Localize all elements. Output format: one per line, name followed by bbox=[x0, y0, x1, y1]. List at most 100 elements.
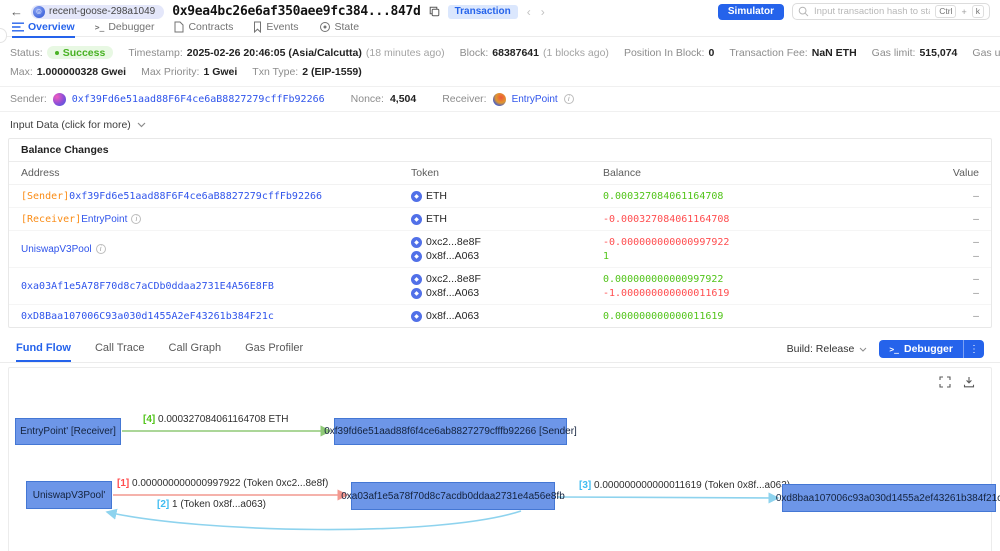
token-line: ◆0x8f...A063 bbox=[411, 286, 603, 300]
analysis-tab-gas-profiler[interactable]: Gas Profiler bbox=[245, 342, 303, 362]
address-link[interactable]: EntryPoint bbox=[81, 214, 127, 225]
flow-edge-label-4: [4] 0.000327084061164708 ETH bbox=[143, 414, 289, 425]
menu-icon bbox=[12, 22, 24, 32]
input-data-toggle[interactable]: Input Data (click for more) bbox=[0, 112, 1000, 138]
chevron-left-icon[interactable]: ‹ bbox=[526, 6, 532, 18]
simulator-button[interactable]: Simulator bbox=[718, 4, 784, 20]
analysis-tab-call-trace[interactable]: Call Trace bbox=[95, 342, 145, 362]
meta-label: Max: bbox=[10, 66, 33, 78]
nav-tab-contracts[interactable]: Contracts bbox=[174, 21, 233, 38]
debugger-more-icon[interactable]: ⋮ bbox=[964, 340, 984, 358]
balance-amount: 0.000327084061164708 bbox=[603, 191, 723, 202]
value-line: – bbox=[933, 309, 979, 323]
info-icon[interactable]: i bbox=[131, 214, 141, 224]
build-selector[interactable]: Build: Release bbox=[787, 343, 868, 355]
edge-amount: 0.000000000000997922 (Token 0xc2...8e8f) bbox=[129, 478, 328, 489]
sender-address-link[interactable]: 0xf39Fd6e51aad88F6F4ce6aB8827279cffFb922… bbox=[72, 94, 325, 105]
flow-node-pool[interactable]: UniswapV3Pool' bbox=[26, 481, 112, 509]
sender-avatar-icon bbox=[53, 93, 66, 106]
meta-value: 2 (EIP-1559) bbox=[302, 66, 362, 78]
input-data-label: Input Data (click for more) bbox=[10, 119, 131, 131]
meta-position-in-block: Position In Block:0 bbox=[624, 46, 714, 59]
token-icon: ◆ bbox=[411, 311, 422, 322]
balance-value-cell: –– bbox=[933, 272, 979, 300]
token-symbol: 0xc2...8e8F bbox=[426, 273, 481, 285]
column-balance: Balance bbox=[603, 167, 933, 179]
receiver-label: Receiver: bbox=[442, 93, 486, 105]
flow-node-dest[interactable]: 0xd8baa107006c93a030d1455a2ef43261b384f2… bbox=[782, 484, 996, 512]
value-line: – bbox=[933, 286, 979, 300]
nonce-label: Nonce: bbox=[351, 93, 384, 105]
balance-address-cell: [Sender]0xf39Fd6e51aad88F6F4ce6aB8827279… bbox=[21, 189, 411, 203]
flow-edge-2 bbox=[107, 511, 521, 530]
flow-node-receiver[interactable]: EntryPoint' [Receiver] bbox=[15, 418, 121, 445]
token-symbol: ETH bbox=[426, 190, 447, 202]
balance-value-cell: – bbox=[933, 212, 979, 226]
debugger-button[interactable]: >_ Debugger ⋮ bbox=[879, 340, 984, 358]
copy-icon[interactable] bbox=[429, 6, 440, 17]
session-badge[interactable]: ☺ recent-goose-298a1049 bbox=[31, 5, 164, 19]
search-box[interactable]: Ctrl + k bbox=[792, 3, 990, 20]
nav-tab-overview[interactable]: Overview bbox=[12, 21, 75, 38]
token-line: ◆0xc2...8e8F bbox=[411, 235, 603, 249]
receiver-avatar-icon bbox=[493, 93, 506, 106]
nav-tab-state[interactable]: State bbox=[319, 21, 360, 38]
balance-line: 1 bbox=[603, 249, 933, 263]
balance-amount: 1 bbox=[603, 251, 609, 262]
value-line: – bbox=[933, 212, 979, 226]
meta-label: Timestamp: bbox=[128, 47, 182, 59]
analysis-tab-call-graph[interactable]: Call Graph bbox=[169, 342, 222, 362]
analysis-tab-bar: Fund Flow Call Trace Call Graph Gas Profile… bbox=[0, 337, 1000, 363]
nav-tab-label: Overview bbox=[28, 21, 75, 33]
receiver-info-icon[interactable]: i bbox=[564, 94, 574, 104]
token-icon: ◆ bbox=[411, 274, 422, 285]
meta-note: (1 blocks ago) bbox=[543, 47, 609, 59]
nav-tab-label: Events bbox=[266, 21, 298, 33]
meta-timestamp: Timestamp:2025-02-26 20:46:05 (Asia/Calc… bbox=[128, 46, 444, 59]
balance-token-cell: ◆0xc2...8e8F◆0x8f...A063 bbox=[411, 235, 603, 263]
balance-changes-title: Balance Changes bbox=[9, 139, 991, 162]
balance-token-cell: ◆ 0xc2...8e8F◆0x8f...A063 bbox=[411, 272, 603, 300]
edge-sequence: [3] bbox=[579, 480, 591, 491]
address-link[interactable]: UniswapV3Pool bbox=[21, 244, 92, 255]
target-icon bbox=[319, 21, 331, 33]
top-bar: ← ☺ recent-goose-298a1049 0x9ea4bc26e6af… bbox=[0, 0, 1000, 20]
bookmark-icon bbox=[253, 21, 262, 33]
balance-address-cell: [Receiver]EntryPointi bbox=[21, 212, 411, 226]
flow-node-mid[interactable]: 0xa03af1e5a78f70d8c7acdb0ddaa2731e4a56e8… bbox=[351, 482, 555, 510]
chevron-down-icon bbox=[859, 347, 867, 352]
nav-tab-debugger[interactable]: >_Debugger bbox=[95, 21, 155, 38]
token-symbol: 0x8f...A063 bbox=[426, 250, 479, 262]
build-label: Build: Release bbox=[787, 343, 855, 355]
nav-tab-events[interactable]: Events bbox=[253, 21, 298, 38]
chevron-right-icon[interactable]: › bbox=[540, 6, 546, 18]
meta-label: Gas limit: bbox=[872, 47, 916, 59]
balance-amount-cell: -0.000327084061164708 bbox=[603, 212, 933, 226]
balance-value-cell: – bbox=[933, 309, 979, 323]
balance-changes-panel: Balance Changes Address Token Balance Va… bbox=[8, 138, 992, 328]
address-link[interactable]: 0xD8Baa107006C93a030d1455A2eF43261b384F2… bbox=[21, 311, 274, 322]
balance-token-cell: ◆ ETH bbox=[411, 189, 603, 203]
flow-node-sender[interactable]: 0xf39fd6e51aad88f6f4ce6ab8827279cfffb922… bbox=[334, 418, 567, 445]
analysis-tab-fund-flow[interactable]: Fund Flow bbox=[16, 342, 71, 362]
flow-edge-3 bbox=[557, 497, 778, 498]
balance-amount: 0.000000000000997922 bbox=[603, 274, 723, 285]
balance-line: 0.000000000000997922 bbox=[603, 272, 933, 286]
address-link[interactable]: 0xa03Af1e5A78F70d8c7aCDb0ddaa2731E4A56E8… bbox=[21, 281, 274, 292]
address-link[interactable]: 0xf39Fd6e51aad88F6F4ce6aB8827279cffFb922… bbox=[69, 191, 322, 202]
meta-value: 68387641 bbox=[492, 47, 539, 59]
token-line: ◆0x8f...A063 bbox=[411, 309, 603, 323]
value-amount: – bbox=[973, 273, 979, 285]
back-icon[interactable]: ← bbox=[10, 4, 23, 19]
shortcut-k-key: k bbox=[972, 5, 984, 18]
search-input[interactable] bbox=[814, 6, 930, 17]
info-icon[interactable]: i bbox=[96, 244, 106, 254]
shortcut-ctrl-key: Ctrl bbox=[935, 5, 956, 18]
token-line: ◆ 0xc2...8e8F bbox=[411, 272, 603, 286]
token-icon: ◆ bbox=[411, 288, 422, 299]
sender-label: Sender: bbox=[10, 93, 47, 105]
token-icon: ◆ bbox=[411, 191, 422, 202]
token-icon: ◆ bbox=[411, 214, 422, 225]
shortcut-plus: + bbox=[961, 7, 966, 17]
receiver-link[interactable]: EntryPoint bbox=[512, 94, 558, 105]
